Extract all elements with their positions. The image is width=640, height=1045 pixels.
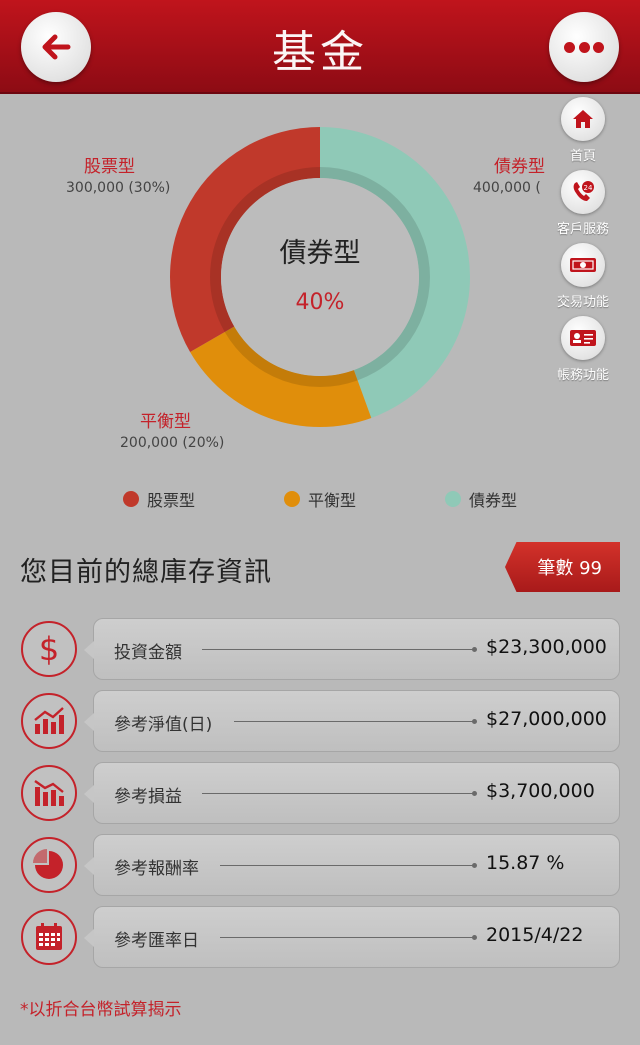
inventory-title: 您目前的總庫存資訊 — [20, 557, 272, 588]
legend-item-stock: 股票型 — [123, 487, 195, 511]
donut-center-value: 40% — [296, 290, 345, 315]
row-value: $27,000,000 — [486, 708, 607, 730]
legend-dot — [284, 491, 300, 507]
row-label: 參考損益 — [114, 787, 182, 807]
side-menu-label: 客戶服務 — [556, 222, 609, 237]
legend-label: 股票型 — [147, 491, 196, 510]
side-menu-trading[interactable]: 交易功能 — [538, 243, 628, 310]
legend-label: 平衡型 — [308, 491, 357, 510]
row-label: 參考報酬率 — [114, 859, 199, 879]
row-value: 2015/4/22 — [486, 924, 584, 946]
bar-chart-up-icon — [21, 693, 77, 749]
info-row-investment: $ 投資金額 $23,300,000 — [0, 618, 640, 680]
count-badge: 筆數 99 — [505, 542, 620, 592]
slice-value-bond: 400,000 (40%) — [473, 180, 541, 196]
info-row-box: 參考報酬率 15.87 % — [84, 834, 620, 896]
pie-chart-icon — [21, 837, 77, 893]
row-label: 投資金額 — [114, 643, 182, 663]
info-row-box: 參考匯率日 2015/4/22 — [84, 906, 620, 968]
side-menu-label: 首頁 — [569, 149, 596, 164]
home-icon — [561, 97, 605, 141]
account-card-icon — [561, 316, 605, 360]
phone-24-icon: 24 — [561, 170, 605, 214]
side-menu-home[interactable]: 首頁 — [538, 97, 628, 164]
slice-value-stock: 300,000 (30%) — [66, 180, 171, 196]
row-divider — [220, 863, 477, 868]
svg-text:24: 24 — [584, 184, 593, 192]
info-row-fx-date: 參考匯率日 2015/4/22 — [0, 906, 640, 968]
side-menu-label: 帳務功能 — [556, 368, 609, 383]
row-divider — [220, 935, 477, 940]
legend-item-balanced: 平衡型 — [284, 487, 356, 511]
bar-chart-down-icon — [21, 765, 77, 821]
legend-dot — [445, 491, 461, 507]
fund-page: 基金 債券型 40% 股票型 300,000 (30%) 平衡型 200,000… — [0, 0, 640, 1045]
calendar-icon — [21, 909, 77, 965]
row-label: 參考淨值(日) — [114, 715, 213, 735]
donut-center-label: 債券型 — [280, 238, 361, 269]
info-row-profit: 參考損益 $3,700,000 — [0, 762, 640, 824]
side-menu-label: 交易功能 — [556, 295, 609, 310]
footnote: *以折合台幣試算揭示 — [20, 1000, 182, 1020]
legend-dot — [123, 491, 139, 507]
slice-label-balanced: 平衡型 — [140, 412, 191, 432]
info-row-box: 參考損益 $3,700,000 — [84, 762, 620, 824]
side-menu-customer-service[interactable]: 24 客戶服務 — [538, 170, 628, 237]
info-row-box: 參考淨值(日) $27,000,000 — [84, 690, 620, 752]
slice-label-stock: 股票型 — [84, 157, 135, 177]
info-row-box: 投資金額 $23,300,000 — [84, 618, 620, 680]
dollar-icon: $ — [21, 621, 77, 677]
row-divider — [202, 647, 477, 652]
row-divider — [234, 719, 477, 724]
row-label: 參考匯率日 — [114, 931, 199, 951]
svg-text:$: $ — [39, 630, 59, 668]
legend-item-bond: 債券型 — [445, 487, 517, 511]
money-icon — [561, 243, 605, 287]
row-divider — [202, 791, 477, 796]
row-value: $3,700,000 — [486, 780, 595, 802]
donut-center — [221, 178, 419, 376]
row-value: 15.87 % — [486, 852, 565, 874]
row-value: $23,300,000 — [486, 636, 607, 658]
side-menu-account[interactable]: 帳務功能 — [538, 316, 628, 383]
info-row-nav: 參考淨值(日) $27,000,000 — [0, 690, 640, 752]
info-row-return-rate: 參考報酬率 15.87 % — [0, 834, 640, 896]
slice-value-balanced: 200,000 (20%) — [120, 435, 225, 451]
legend-label: 債券型 — [469, 491, 518, 510]
